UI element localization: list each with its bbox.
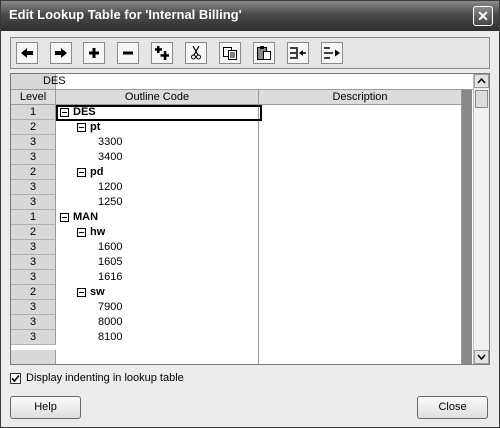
selected-cell[interactable] bbox=[56, 105, 262, 121]
outline-code-cell[interactable]: 1250 bbox=[98, 195, 122, 210]
table-row[interactable]: 3 1250 bbox=[11, 195, 479, 210]
outline-code-cell[interactable]: 8000 bbox=[98, 315, 122, 330]
empty-level-cell bbox=[11, 350, 56, 364]
remove-button[interactable] bbox=[117, 42, 139, 64]
description-column-edge bbox=[462, 90, 472, 364]
level-cell: 3 bbox=[11, 150, 56, 165]
toolbar bbox=[10, 37, 490, 69]
table-row[interactable]: 3 8100 bbox=[11, 330, 479, 345]
outline-code-cell[interactable]: 3300 bbox=[98, 135, 122, 150]
outline-code-cell[interactable]: 7900 bbox=[98, 300, 122, 315]
entry-value[interactable]: DES bbox=[43, 75, 66, 87]
level-cell: 3 bbox=[11, 195, 56, 210]
level-cell: 3 bbox=[11, 255, 56, 270]
move-left-icon bbox=[21, 48, 33, 58]
checkmark-icon bbox=[11, 374, 20, 383]
outline-code-cell[interactable]: hw bbox=[90, 225, 105, 240]
insert-left-icon bbox=[290, 47, 306, 59]
move-right-button[interactable] bbox=[50, 42, 72, 64]
paste-button[interactable] bbox=[253, 42, 275, 64]
collapse-icon[interactable] bbox=[77, 228, 86, 237]
title-bar[interactable]: Edit Lookup Table for 'Internal Billing'… bbox=[1, 1, 499, 31]
table-row[interactable]: 2 hw bbox=[11, 225, 479, 240]
table-row[interactable]: 2 pt bbox=[11, 120, 479, 135]
insert-row-icon bbox=[155, 46, 169, 60]
table-row[interactable]: 2 sw bbox=[11, 285, 479, 300]
minus-icon bbox=[123, 51, 133, 55]
table-row[interactable]: 3 1600 bbox=[11, 240, 479, 255]
table-row[interactable]: 3 8000 bbox=[11, 315, 479, 330]
column-header-description[interactable]: Description bbox=[259, 90, 462, 105]
outline-code-cell[interactable]: 1605 bbox=[98, 255, 122, 270]
add-button[interactable] bbox=[83, 42, 105, 64]
scroll-up-button[interactable] bbox=[474, 74, 489, 88]
level-cell: 1 bbox=[11, 210, 56, 225]
insert-right-icon bbox=[324, 47, 340, 59]
lookup-table-dialog: Edit Lookup Table for 'Internal Billing'… bbox=[0, 0, 500, 428]
outline-code-cell[interactable]: sw bbox=[90, 285, 105, 300]
table-row[interactable]: 3 3300 bbox=[11, 135, 479, 150]
level-cell: 3 bbox=[11, 315, 56, 330]
collapse-icon[interactable] bbox=[77, 288, 86, 297]
close-icon[interactable]: ✕ bbox=[473, 6, 493, 26]
collapse-icon[interactable] bbox=[60, 213, 69, 222]
outline-code-cell[interactable]: pt bbox=[90, 120, 100, 135]
chevron-down-icon bbox=[477, 354, 486, 361]
entry-bar[interactable]: DES bbox=[11, 74, 479, 90]
level-cell: 1 bbox=[11, 105, 56, 120]
level-cell: 2 bbox=[11, 285, 56, 300]
column-header-outline-code[interactable]: Outline Code bbox=[56, 90, 259, 105]
paste-icon bbox=[257, 46, 271, 60]
display-indenting-checkbox[interactable] bbox=[10, 373, 21, 384]
table-row[interactable]: 3 3400 bbox=[11, 150, 479, 165]
scroll-thumb[interactable] bbox=[475, 90, 488, 108]
outline-code-cell[interactable]: 8100 bbox=[98, 330, 122, 345]
dialog-title: Edit Lookup Table for 'Internal Billing' bbox=[9, 7, 242, 22]
insert-right-button[interactable] bbox=[321, 42, 343, 64]
level-cell: 3 bbox=[11, 270, 56, 285]
table-row[interactable]: 2 pd bbox=[11, 165, 479, 180]
outline-code-cell[interactable]: 1600 bbox=[98, 240, 122, 255]
outline-code-cell[interactable]: MAN bbox=[73, 210, 98, 225]
plus-icon bbox=[89, 48, 99, 58]
scroll-down-button[interactable] bbox=[474, 350, 489, 364]
level-cell: 2 bbox=[11, 165, 56, 180]
level-cell: 3 bbox=[11, 240, 56, 255]
table-row[interactable]: 3 1616 bbox=[11, 270, 479, 285]
cut-icon bbox=[191, 46, 201, 60]
table-row[interactable]: 1 MAN bbox=[11, 210, 479, 225]
table-row[interactable]: 3 1200 bbox=[11, 180, 479, 195]
outline-code-cell[interactable]: 1200 bbox=[98, 180, 122, 195]
column-header-level[interactable]: Level bbox=[11, 90, 56, 105]
outline-code-cell[interactable]: 1616 bbox=[98, 270, 122, 285]
close-button[interactable]: Close bbox=[417, 396, 488, 419]
level-cell: 3 bbox=[11, 330, 56, 345]
move-left-button[interactable] bbox=[16, 42, 38, 64]
level-cell: 2 bbox=[11, 225, 56, 240]
lookup-table-grid: DES Level Outline Code Description 1 DES 2… bbox=[10, 73, 490, 365]
insert-row-button[interactable] bbox=[151, 42, 173, 64]
copy-button[interactable] bbox=[219, 42, 241, 64]
column-divider bbox=[258, 90, 259, 364]
outline-code-cell[interactable]: pd bbox=[90, 165, 103, 180]
collapse-icon[interactable] bbox=[77, 168, 86, 177]
level-cell: 3 bbox=[11, 180, 56, 195]
copy-icon bbox=[223, 46, 237, 60]
level-cell: 2 bbox=[11, 120, 56, 135]
cut-button[interactable] bbox=[185, 42, 207, 64]
collapse-icon[interactable] bbox=[77, 123, 86, 132]
move-right-icon bbox=[55, 48, 67, 58]
level-cell: 3 bbox=[11, 300, 56, 315]
level-cell: 3 bbox=[11, 135, 56, 150]
table-row[interactable]: 3 7900 bbox=[11, 300, 479, 315]
outline-code-cell[interactable]: 3400 bbox=[98, 150, 122, 165]
display-indenting-label[interactable]: Display indenting in lookup table bbox=[26, 372, 184, 384]
help-button[interactable]: Help bbox=[10, 396, 81, 419]
insert-left-button[interactable] bbox=[287, 42, 309, 64]
table-row[interactable]: 3 1605 bbox=[11, 255, 479, 270]
chevron-up-icon bbox=[477, 77, 486, 84]
vertical-scrollbar[interactable] bbox=[473, 74, 489, 364]
